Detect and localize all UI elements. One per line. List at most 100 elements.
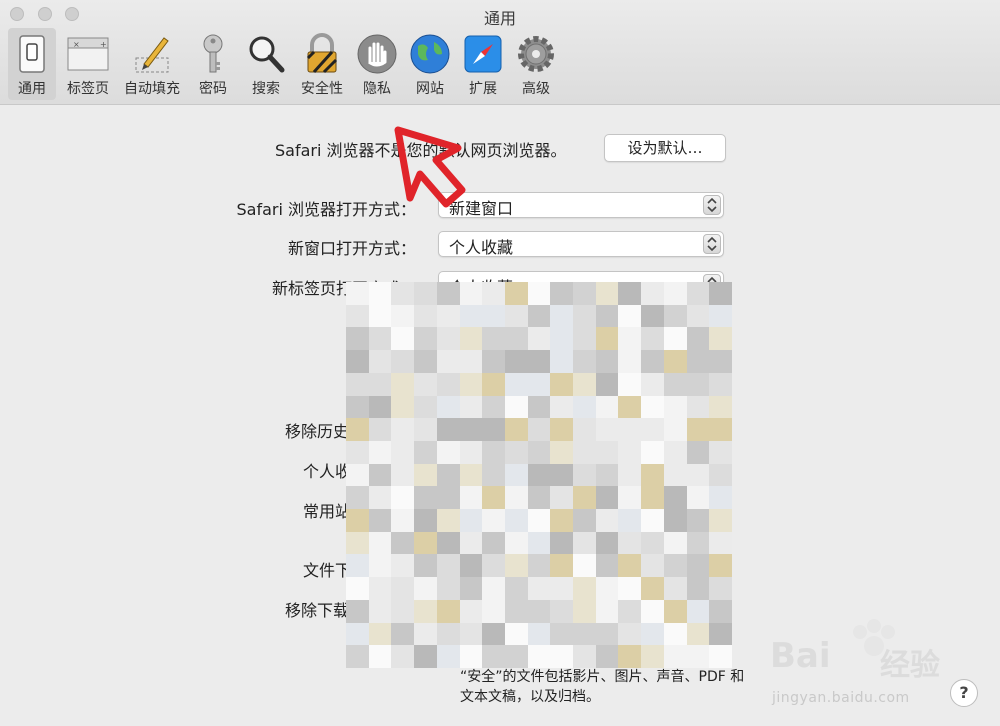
tab-search[interactable]: 搜索	[243, 28, 289, 100]
mosaic-cell	[527, 440, 551, 464]
mosaic-cell	[550, 509, 574, 532]
mosaic-cell	[686, 509, 710, 532]
mosaic-cell	[618, 440, 642, 464]
mosaic-cell	[641, 622, 664, 646]
mosaic-cell	[368, 372, 392, 396]
new-window-popup[interactable]: 个人收藏	[438, 231, 724, 257]
mosaic-cell	[391, 418, 415, 441]
mosaic-cell	[595, 577, 619, 600]
mosaic-cell	[414, 440, 437, 464]
mosaic-cell	[595, 531, 619, 555]
mosaic-cell	[641, 463, 664, 487]
mosaic-cell	[641, 418, 664, 441]
mosaic-cell	[709, 509, 732, 532]
open-with-popup[interactable]: 新建窗口	[438, 192, 724, 218]
mosaic-cell	[436, 531, 460, 555]
tab-websites-label: 网站	[416, 81, 444, 97]
mosaic-cell	[368, 463, 392, 487]
mosaic-cell	[368, 486, 392, 510]
globe-icon	[410, 34, 450, 74]
mosaic-cell	[550, 554, 574, 578]
mosaic-cell	[595, 395, 619, 419]
mosaic-cell	[527, 327, 551, 351]
mosaic-cell	[618, 577, 642, 600]
mosaic-cell	[527, 531, 551, 555]
mosaic-cell	[686, 395, 710, 419]
mosaic-cell	[459, 463, 483, 487]
mosaic-cell	[709, 282, 732, 305]
mosaic-cell	[527, 372, 551, 396]
mosaic-cell	[573, 418, 596, 441]
mosaic-cell	[346, 599, 369, 623]
mosaic-cell	[573, 440, 596, 464]
mosaic-cell	[550, 622, 574, 646]
mosaic-cell	[618, 282, 642, 305]
watermark-brand: Bai	[770, 636, 831, 676]
mosaic-cell	[346, 486, 369, 510]
mosaic-cell	[663, 509, 687, 532]
mosaic-cell	[391, 282, 415, 305]
magnifier-icon	[249, 36, 285, 73]
downloads-location-label: 文件下	[303, 561, 352, 580]
mosaic-cell	[368, 599, 392, 623]
mosaic-cell	[436, 282, 460, 305]
mosaic-cell	[573, 554, 596, 578]
mosaic-cell	[709, 554, 732, 578]
mosaic-cell	[550, 645, 574, 668]
title-bar: 通用 通用 × + 标签页 自动填充 密码 搜索 安全性 隐私 网站 扩展 高级	[0, 0, 1000, 105]
mosaic-cell	[686, 577, 710, 600]
mosaic-cell	[504, 440, 528, 464]
mosaic-cell	[459, 418, 483, 441]
tab-extensions[interactable]: 扩展	[459, 28, 507, 100]
mosaic-cell	[504, 395, 528, 419]
set-default-button[interactable]: 设为默认…	[604, 134, 726, 162]
mosaic-cell	[573, 599, 596, 623]
mosaic-cell	[346, 327, 369, 351]
mosaic-cell	[573, 463, 596, 487]
mosaic-cell	[368, 531, 392, 555]
mosaic-cell	[346, 304, 369, 328]
tab-privacy[interactable]: 隐私	[354, 28, 400, 100]
general-switch-icon	[19, 35, 45, 73]
mosaic-cell	[482, 531, 505, 555]
mosaic-cell	[641, 440, 664, 464]
tab-passwords[interactable]: 密码	[190, 28, 236, 100]
tab-websites[interactable]: 网站	[407, 28, 453, 100]
mosaic-cell	[391, 350, 415, 373]
mosaic-cell	[459, 304, 483, 328]
mosaic-cell	[436, 645, 460, 668]
mosaic-cell	[482, 350, 505, 373]
mosaic-cell	[709, 622, 732, 646]
mosaic-cell	[641, 577, 664, 600]
tab-general[interactable]: 通用	[8, 28, 56, 100]
mosaic-cell	[391, 554, 415, 578]
mosaic-cell	[504, 372, 528, 396]
mosaic-cell	[618, 509, 642, 532]
tab-autofill[interactable]: 自动填充	[119, 28, 185, 100]
tabs-icon: × +	[67, 37, 109, 71]
mosaic-cell	[641, 304, 664, 328]
mosaic-cell	[436, 327, 460, 351]
tab-tabs[interactable]: × + 标签页	[60, 28, 116, 100]
compass-icon	[464, 35, 502, 73]
mosaic-cell	[459, 554, 483, 578]
mosaic-cell	[414, 577, 437, 600]
mosaic-cell	[346, 440, 369, 464]
mosaic-cell	[527, 350, 551, 373]
tab-advanced[interactable]: 高级	[512, 28, 560, 100]
mosaic-cell	[436, 577, 460, 600]
mosaic-cell	[504, 327, 528, 351]
mosaic-cell	[663, 463, 687, 487]
mosaic-cell	[391, 531, 415, 555]
mosaic-cell	[686, 418, 710, 441]
mosaic-cell	[663, 418, 687, 441]
red-arrow-annotation	[394, 126, 466, 208]
mosaic-cell	[686, 304, 710, 328]
mosaic-cell	[368, 622, 392, 646]
mosaic-cell	[550, 599, 574, 623]
mosaic-cell	[709, 463, 732, 487]
mosaic-cell	[346, 282, 369, 305]
mosaic-cell	[618, 486, 642, 510]
mosaic-cell	[618, 463, 642, 487]
tab-security[interactable]: 安全性	[295, 28, 349, 100]
